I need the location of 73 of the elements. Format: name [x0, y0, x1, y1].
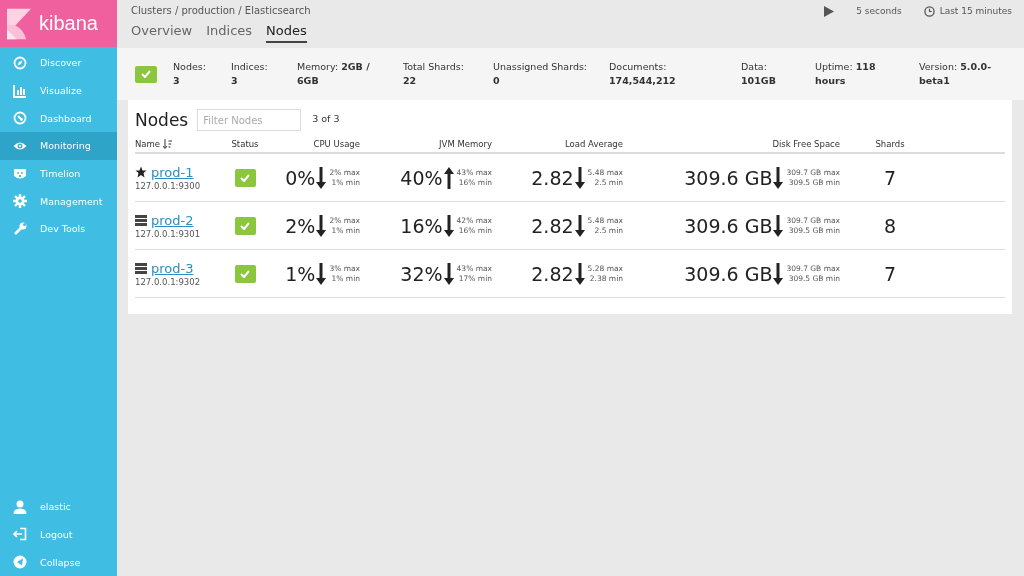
tab[interactable]: Overview: [131, 23, 193, 43]
node-link[interactable]: prod-3: [151, 260, 194, 276]
metric-value: 2.82: [531, 262, 574, 285]
column-header[interactable]: Shards: [875, 139, 905, 149]
sidebar-item[interactable]: Monitoring: [0, 132, 117, 160]
server-icon: [135, 262, 147, 274]
node-count: 3 of 3: [312, 112, 340, 124]
column-header[interactable]: JVM Memory: [439, 139, 492, 149]
cluster-stat: Memory: 2GB / 6GB: [297, 60, 371, 88]
cluster-stat: Version: 5.0.0-beta1: [919, 60, 993, 88]
cluster-stat: Total Shards: 22: [403, 60, 465, 88]
filter-field[interactable]: Filter Nodes: [197, 109, 302, 131]
gear-icon: [13, 194, 27, 209]
wrench-icon: [13, 221, 27, 236]
metric-value: 309.6 GB: [684, 166, 773, 189]
tab[interactable]: Indices: [206, 23, 253, 43]
compass-icon: [13, 55, 27, 70]
user-icon: [13, 499, 27, 514]
sidebar-item[interactable]: Logout: [0, 520, 117, 549]
column-header[interactable]: Disk Free Space: [772, 139, 840, 149]
tab[interactable]: Nodes: [266, 23, 307, 43]
collapse-icon: [13, 555, 27, 570]
column-header[interactable]: Status: [231, 139, 259, 149]
sidebar-item[interactable]: Dev Tools: [0, 215, 117, 243]
metric-value: 40%: [400, 166, 443, 189]
metric-value: 2.82: [531, 214, 574, 237]
breadcrumb: Clusters / production / Elasticsearch: [131, 5, 311, 16]
cluster-stat: Documents: 174,544,212: [609, 60, 675, 88]
server-icon: [135, 214, 147, 226]
bear-icon: [13, 166, 27, 181]
metric-value: 1%: [285, 262, 316, 285]
column-header[interactable]: CPU Usage: [313, 139, 360, 149]
logout-icon: [13, 527, 27, 542]
dial-icon: [13, 111, 27, 126]
refresh-interval[interactable]: 5 seconds: [856, 6, 902, 16]
metric-value: 309.6 GB: [684, 262, 773, 285]
logo-icon: [7, 7, 31, 40]
cluster-stat: Data: 101GB: [741, 60, 777, 88]
node-link[interactable]: prod-1: [151, 164, 194, 180]
metric-value: 0%: [285, 166, 316, 189]
sidebar-item[interactable]: Dashboard: [0, 104, 117, 133]
clock-icon[interactable]: [923, 5, 935, 17]
node-link[interactable]: prod-2: [151, 212, 194, 228]
sidebar-item[interactable]: Discover: [0, 49, 117, 77]
column-header[interactable]: Load Average: [565, 139, 623, 149]
cluster-stat: Nodes: 3: [173, 60, 207, 88]
logo-text: kibana: [39, 12, 98, 35]
time-range[interactable]: Last 15 minutes: [939, 6, 1012, 16]
shard-count: 8: [883, 214, 897, 237]
node-address: 127.0.0.1:9302: [135, 276, 201, 287]
sidebar-item[interactable]: Collapse: [0, 548, 117, 576]
star-icon: [135, 166, 147, 178]
cluster-stat: Indices: 3: [231, 60, 269, 88]
metric-value: 32%: [400, 262, 443, 285]
node-address: 127.0.0.1:9300: [135, 180, 201, 191]
sidebar-item[interactable]: Management: [0, 187, 117, 216]
cluster-stat: Unassigned Shards: 0: [493, 60, 589, 88]
node-address: 127.0.0.1:9301: [135, 228, 201, 239]
metric-value: 2%: [285, 214, 316, 237]
play-icon[interactable]: [824, 5, 835, 17]
metric-value: 309.6 GB: [684, 214, 773, 237]
panel-title: Nodes: [135, 110, 189, 130]
shard-count: 7: [883, 262, 897, 285]
cluster-stat: Uptime: 118 hours: [815, 60, 877, 88]
metric-value: 2.82: [531, 166, 574, 189]
shard-count: 7: [883, 166, 897, 189]
metric-value: 16%: [400, 214, 443, 237]
sidebar-item[interactable]: Timelion: [0, 159, 117, 188]
sort-icon[interactable]: [163, 139, 173, 149]
sidebar-item[interactable]: Visualize: [0, 76, 117, 105]
column-header[interactable]: Name: [135, 139, 161, 149]
bars-icon: [13, 83, 27, 98]
sidebar-item[interactable]: elastic: [0, 492, 117, 521]
